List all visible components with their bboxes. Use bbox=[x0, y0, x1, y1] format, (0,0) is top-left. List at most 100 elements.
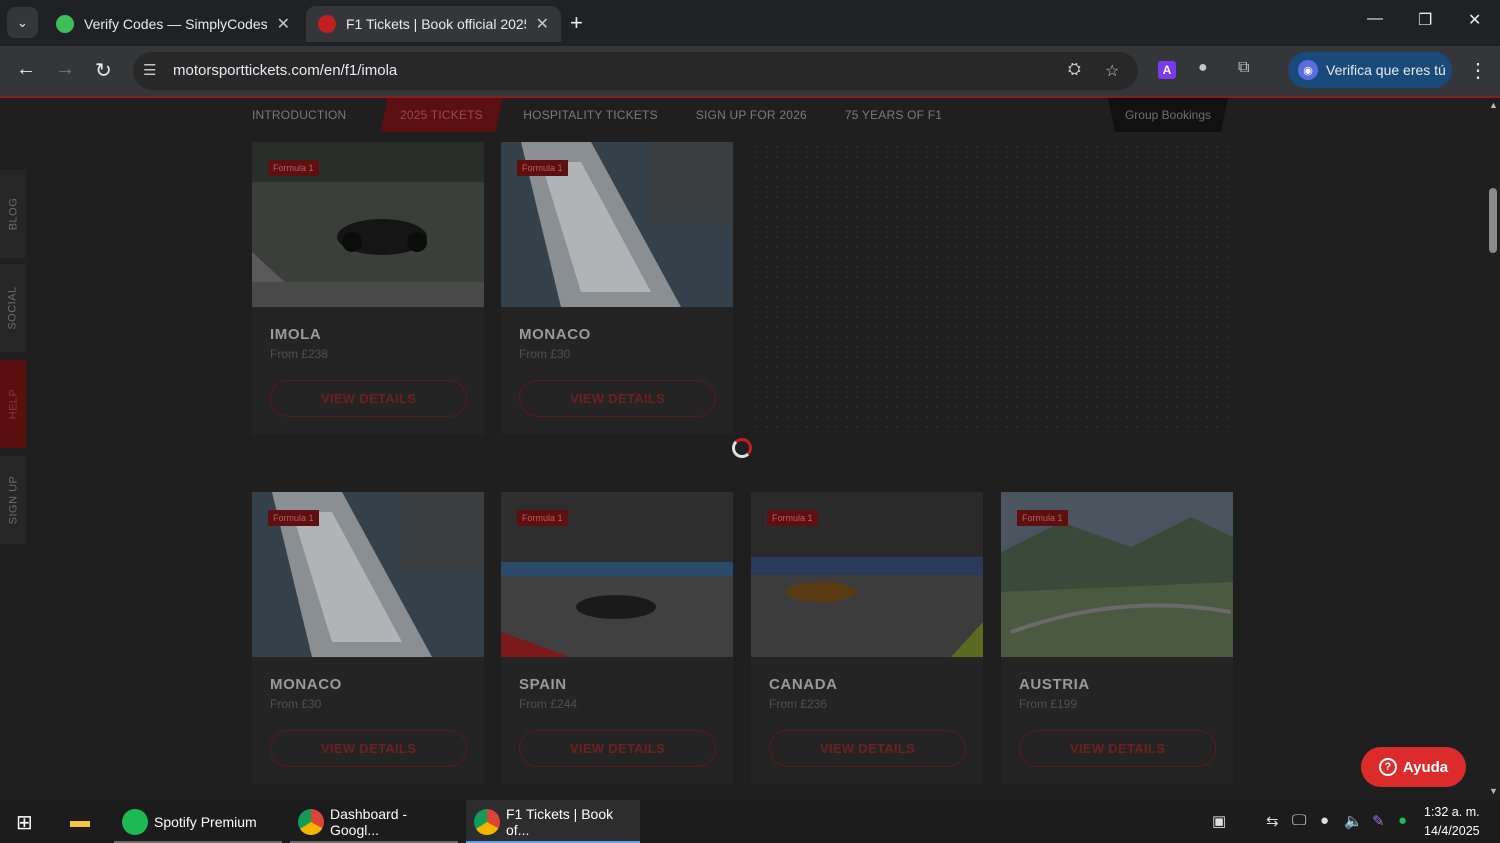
f1-favicon-icon bbox=[318, 15, 336, 33]
subnav: INTRODUCTION 2025 TICKETS HOSPITALITY TI… bbox=[252, 98, 980, 132]
news-widget-icon[interactable]: ▣ bbox=[1212, 812, 1226, 830]
extension-a-icon[interactable]: A bbox=[1158, 61, 1176, 79]
scrollbar-thumb[interactable] bbox=[1489, 188, 1497, 253]
subnav-hospitality[interactable]: HOSPITALITY TICKETS bbox=[523, 108, 658, 122]
event-image-track[interactable]: Formula 1 bbox=[751, 492, 983, 657]
profile-verify-button[interactable]: ◉ Verifica que eres tú bbox=[1288, 52, 1452, 88]
dotted-background-pattern bbox=[752, 142, 1232, 432]
simplycodes-favicon-icon bbox=[56, 15, 74, 33]
tray-app-icon[interactable]: ⇆ bbox=[1266, 812, 1279, 830]
reload-icon[interactable]: ↻ bbox=[95, 58, 112, 83]
event-price: From £30 bbox=[270, 697, 322, 711]
subnav-signup-2026[interactable]: SIGN UP FOR 2026 bbox=[696, 108, 807, 122]
bookmark-star-icon[interactable]: ☆ bbox=[1105, 61, 1119, 81]
loading-spinner-icon bbox=[732, 438, 752, 458]
address-bar[interactable]: ☰ motorsporttickets.com/en/f1/imola ⛭ ☆ bbox=[133, 52, 1138, 90]
pen-icon[interactable]: ✎ bbox=[1372, 812, 1385, 830]
tab-simplycodes[interactable]: Verify Codes — SimplyCodes ✕ bbox=[44, 6, 302, 42]
event-name: AUSTRIA bbox=[1019, 676, 1090, 693]
taskbar-app-chrome-f1[interactable]: F1 Tickets | Book of... bbox=[466, 800, 640, 843]
spotify-icon bbox=[122, 808, 148, 835]
view-details-button[interactable]: VIEW DETAILS bbox=[270, 380, 467, 417]
side-tab-help[interactable]: HELP bbox=[0, 360, 26, 448]
view-details-button[interactable]: VIEW DETAILS bbox=[769, 730, 966, 767]
category-badge: Formula 1 bbox=[517, 160, 568, 176]
menu-kebab-icon[interactable]: ⋮ bbox=[1468, 58, 1488, 83]
category-badge: Formula 1 bbox=[517, 510, 568, 526]
profile-label: Verifica que eres tú bbox=[1326, 62, 1446, 78]
event-image-harbour[interactable]: Formula 1 bbox=[252, 492, 484, 657]
system-clock[interactable]: 1:32 a. m. 14/4/2025 bbox=[1424, 803, 1480, 841]
event-name: IMOLA bbox=[270, 326, 322, 343]
close-icon[interactable]: ✕ bbox=[536, 14, 549, 34]
scroll-down-arrow-icon[interactable]: ▼ bbox=[1489, 786, 1498, 796]
file-explorer-icon[interactable]: ▬ bbox=[70, 810, 90, 833]
side-tab-social[interactable]: SOCIAL bbox=[0, 264, 26, 352]
side-tab-blog[interactable]: BLOG bbox=[0, 170, 26, 258]
subnav-label: 2025 TICKETS bbox=[400, 108, 484, 122]
restore-icon[interactable]: ❐ bbox=[1418, 10, 1432, 30]
spotify-tray-icon[interactable]: ● bbox=[1398, 812, 1407, 829]
clock-time: 1:32 a. m. bbox=[1424, 805, 1480, 819]
event-image-race-car[interactable]: Formula 1 bbox=[252, 142, 484, 307]
minimize-icon[interactable]: — bbox=[1367, 10, 1383, 28]
browser-tab-bar: ⌄ Verify Codes — SimplyCodes ✕ F1 Ticket… bbox=[0, 0, 1500, 46]
tab-f1-tickets[interactable]: F1 Tickets | Book official 2025 F1 ✕ bbox=[306, 6, 561, 42]
event-name: MONACO bbox=[270, 676, 342, 693]
chevron-down-icon: ⌄ bbox=[17, 14, 28, 30]
question-circle-icon: ? bbox=[1378, 758, 1397, 776]
tab-title: F1 Tickets | Book official 2025 F1 bbox=[346, 16, 526, 32]
extensions-puzzle-icon[interactable]: ⧉ bbox=[1238, 59, 1249, 77]
close-icon[interactable]: ✕ bbox=[277, 14, 290, 34]
scroll-up-arrow-icon[interactable]: ▲ bbox=[1489, 100, 1498, 110]
window-close-icon[interactable]: ✕ bbox=[1468, 10, 1481, 30]
site-info-icon[interactable]: ☰ bbox=[143, 61, 156, 79]
chrome-icon bbox=[474, 808, 500, 835]
taskbar-app-chrome-dashboard[interactable]: Dashboard - Googl... bbox=[290, 800, 458, 843]
event-price: From £238 bbox=[270, 347, 329, 361]
group-bookings-button[interactable]: Group Bookings bbox=[1108, 98, 1228, 132]
view-details-button[interactable]: VIEW DETAILS bbox=[270, 730, 467, 767]
extension-robot-icon[interactable]: ● bbox=[1198, 59, 1208, 77]
translate-icon[interactable]: ⛭ bbox=[1068, 61, 1081, 79]
taskbar-app-label: Dashboard - Googl... bbox=[330, 805, 408, 838]
tab-title: Verify Codes — SimplyCodes bbox=[84, 16, 267, 32]
windows-start-icon[interactable]: ⊞ bbox=[16, 810, 33, 835]
volume-icon[interactable]: 🔈 bbox=[1344, 812, 1363, 830]
help-chat-button[interactable]: ? Ayuda bbox=[1361, 747, 1466, 787]
event-image-harbour[interactable]: Formula 1 bbox=[501, 142, 733, 307]
taskbar-app-spotify[interactable]: Spotify Premium bbox=[114, 800, 282, 843]
avatar: ◉ bbox=[1298, 60, 1318, 80]
new-tab-icon[interactable]: + bbox=[570, 10, 583, 36]
page-scrollbar[interactable]: ▲ ▼ bbox=[1487, 98, 1500, 800]
chrome-icon bbox=[298, 808, 324, 835]
side-tab-signup[interactable]: SIGN UP bbox=[0, 456, 26, 544]
url-text[interactable]: motorsporttickets.com/en/f1/imola bbox=[173, 62, 397, 79]
event-name: MONACO bbox=[519, 326, 591, 343]
back-icon[interactable]: ← bbox=[16, 58, 36, 81]
network-icon[interactable]: 🖵 bbox=[1292, 812, 1306, 829]
event-price: From £30 bbox=[519, 347, 571, 361]
view-details-button[interactable]: VIEW DETAILS bbox=[1019, 730, 1216, 767]
event-card-spain: Formula 1 SPAIN From £244 VIEW DETAILS bbox=[501, 492, 733, 784]
subnav-75-years[interactable]: 75 YEARS OF F1 bbox=[845, 108, 942, 122]
subnav-introduction[interactable]: INTRODUCTION bbox=[252, 108, 346, 122]
event-price: From £236 bbox=[769, 697, 828, 711]
event-image-grandstand[interactable]: Formula 1 bbox=[501, 492, 733, 657]
event-name: SPAIN bbox=[519, 676, 567, 693]
view-details-button[interactable]: VIEW DETAILS bbox=[519, 730, 716, 767]
event-price: From £244 bbox=[519, 697, 578, 711]
clock-date: 14/4/2025 bbox=[1424, 824, 1480, 838]
category-badge: Formula 1 bbox=[268, 160, 319, 176]
tab-search-button[interactable]: ⌄ bbox=[7, 7, 38, 38]
web-page: INTRODUCTION 2025 TICKETS HOSPITALITY TI… bbox=[0, 98, 1487, 800]
tray-drop-icon[interactable]: ● bbox=[1320, 812, 1329, 829]
event-card-monaco: Formula 1 MONACO From £30 VIEW DETAILS bbox=[252, 492, 484, 784]
side-tab-label: SOCIAL bbox=[7, 286, 20, 330]
forward-icon[interactable]: → bbox=[55, 58, 75, 81]
subnav-2025-tickets[interactable]: 2025 TICKETS bbox=[380, 98, 503, 132]
event-card-imola: Formula 1 IMOLA From £238 VIEW DETAILS bbox=[252, 142, 484, 434]
event-image-landscape[interactable]: Formula 1 bbox=[1001, 492, 1233, 657]
category-badge: Formula 1 bbox=[1017, 510, 1068, 526]
view-details-button[interactable]: VIEW DETAILS bbox=[519, 380, 716, 417]
